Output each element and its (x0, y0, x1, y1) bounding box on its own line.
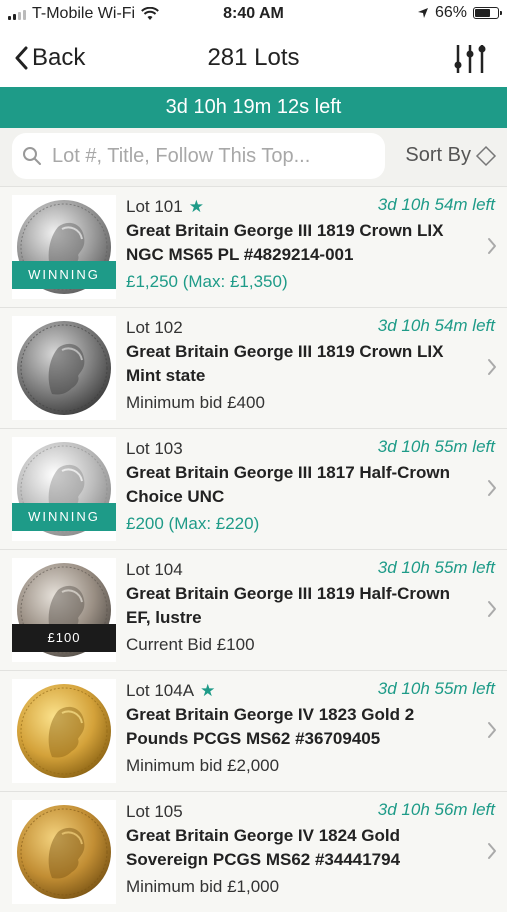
coin-thumbnail (12, 800, 116, 904)
lot-row[interactable]: 3d 10h 55m left Lot 104A ★ Great Britain… (0, 670, 507, 791)
bid-status-badge: £100 (12, 624, 116, 652)
coin-image (17, 321, 111, 415)
nav-bar: Back 281 Lots (0, 30, 507, 87)
lot-number: Lot 104A (126, 681, 195, 700)
chevron-right-icon (488, 601, 496, 617)
coin-thumbnail (12, 316, 116, 420)
lot-row[interactable]: £100 3d 10h 55m left Lot 104 Great Brita… (0, 549, 507, 670)
sort-by-label: Sort By (405, 144, 471, 166)
lot-price: £200 (Max: £220) (126, 514, 260, 533)
coin-image (17, 684, 111, 778)
coin-image (17, 805, 111, 899)
auction-timer-banner: 3d 10h 19m 12s left (0, 87, 507, 128)
filter-button[interactable] (453, 43, 487, 80)
sliders-icon (454, 45, 486, 73)
lot-info: Lot 103 Great Britain George III 1817 Ha… (126, 437, 477, 536)
status-bar: T-Mobile Wi-Fi 8:40 AM 66% (0, 0, 507, 30)
lot-price: £1,250 (Max: £1,350) (126, 272, 288, 291)
chevron-right-icon (488, 722, 496, 738)
sort-diamond-icon (475, 145, 497, 166)
lot-row[interactable]: WINNING 3d 10h 55m left Lot 103 Great Br… (0, 428, 507, 549)
lot-list: WINNING 3d 10h 54m left Lot 101 ★ Great … (0, 186, 507, 912)
lot-number-line: Lot 102 (126, 316, 477, 340)
lot-number: Lot 102 (126, 318, 183, 337)
lot-info: Lot 104A ★ Great Britain George IV 1823 … (126, 679, 477, 778)
lot-number: Lot 104 (126, 560, 183, 579)
lot-price: Current Bid £100 (126, 635, 255, 654)
lot-title: Great Britain George III 1817 Half-Crown… (126, 463, 451, 506)
coin-thumbnail (12, 679, 116, 783)
location-arrow-icon (417, 8, 428, 18)
lot-title: Great Britain George IV 1824 Gold Sovere… (126, 826, 401, 869)
lot-number: Lot 105 (126, 802, 183, 821)
lot-number-line: Lot 105 (126, 800, 477, 824)
chevron-right-icon (488, 359, 496, 375)
search-row: Sort By (0, 128, 507, 186)
bid-status-badge: WINNING (12, 503, 116, 531)
lot-number: Lot 101 (126, 197, 183, 216)
coin-thumbnail: £100 (12, 558, 116, 662)
lot-title: Great Britain George III 1819 Crown LIX … (126, 342, 444, 385)
chevron-right-icon (488, 480, 496, 496)
lot-price: Minimum bid £400 (126, 393, 265, 412)
lot-price: Minimum bid £1,000 (126, 877, 280, 896)
lot-info: Lot 101 ★ Great Britain George III 1819 … (126, 195, 477, 294)
lot-price: Minimum bid £2,000 (126, 756, 280, 775)
search-input[interactable] (50, 143, 374, 169)
chevron-right-icon (488, 238, 496, 254)
lot-row[interactable]: 3d 10h 54m left Lot 102 Great Britain Ge… (0, 307, 507, 428)
bid-status-badge: WINNING (12, 261, 116, 289)
search-icon (23, 147, 41, 165)
sort-by-button[interactable]: Sort By (405, 144, 497, 167)
lot-info: Lot 102 Great Britain George III 1819 Cr… (126, 316, 477, 415)
lot-row[interactable]: 3d 10h 56m left Lot 105 Great Britain Ge… (0, 791, 507, 912)
battery-icon (473, 7, 502, 19)
star-icon: ★ (200, 681, 216, 700)
page-title: 281 Lots (207, 44, 300, 71)
battery-percent: 66% (434, 4, 467, 21)
star-icon: ★ (188, 197, 204, 216)
search-box[interactable] (12, 133, 385, 179)
lot-info: Lot 104 Great Britain George III 1819 Ha… (126, 558, 477, 657)
lot-number: Lot 103 (126, 439, 183, 458)
lot-info: Lot 105 Great Britain George IV 1824 Gol… (126, 800, 477, 899)
lot-number-line: Lot 101 ★ (126, 195, 477, 219)
lot-number-line: Lot 104A ★ (126, 679, 477, 703)
lot-row[interactable]: WINNING 3d 10h 54m left Lot 101 ★ Great … (0, 186, 507, 307)
lot-number-line: Lot 103 (126, 437, 477, 461)
chevron-right-icon (488, 843, 496, 859)
lot-title: Great Britain George IV 1823 Gold 2 Poun… (126, 705, 415, 748)
coin-thumbnail: WINNING (12, 437, 116, 541)
lot-title: Great Britain George III 1819 Crown LIX … (126, 221, 444, 264)
lot-number-line: Lot 104 (126, 558, 477, 582)
status-right: 66% (417, 4, 502, 22)
lot-title: Great Britain George III 1819 Half-Crown… (126, 584, 451, 627)
coin-thumbnail: WINNING (12, 195, 116, 299)
